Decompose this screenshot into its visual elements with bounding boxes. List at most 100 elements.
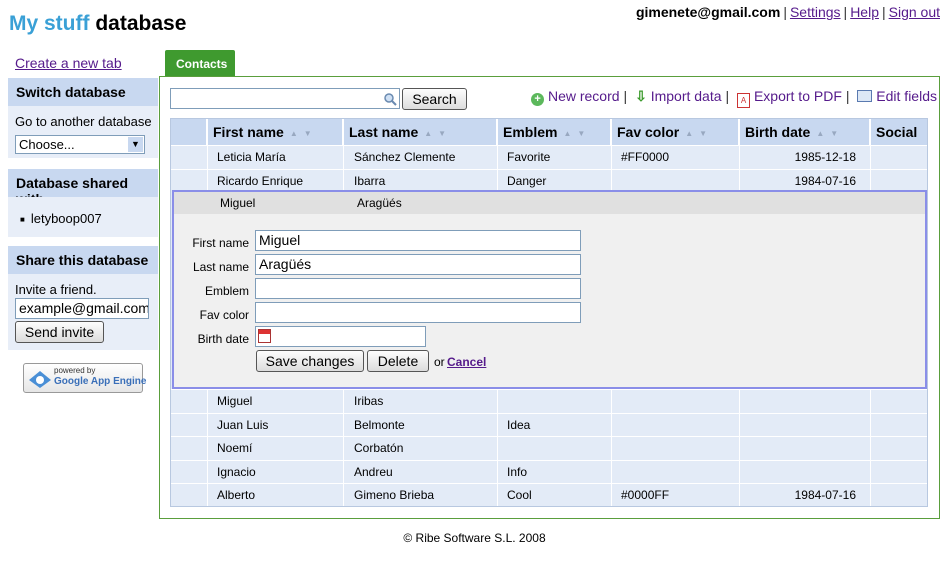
table-row[interactable]: Ricardo Enrique Ibarra Danger 1984-07-16 — [171, 168, 927, 192]
column-header-social[interactable]: Social — [870, 119, 927, 145]
edit-fields-icon — [857, 90, 873, 102]
delete-button[interactable]: Delete — [367, 350, 429, 372]
cell-last-name: Gimeno Brieba — [354, 488, 435, 502]
column-label: Fav color — [617, 124, 680, 140]
column-header-first-name[interactable]: First name ▲ ▼ — [207, 119, 343, 145]
table-header-selector — [171, 119, 207, 145]
send-invite-button[interactable]: Send invite — [15, 321, 104, 343]
shared-user-item: ■ letyboop007 — [20, 211, 102, 226]
chevron-down-icon[interactable]: ▼ — [128, 137, 143, 152]
column-header-birth-date[interactable]: Birth date ▲ ▼ — [739, 119, 870, 145]
selected-row[interactable]: Miguel Aragüés — [174, 192, 925, 214]
switch-database-heading: Switch database — [8, 78, 158, 106]
share-database-panel: Invite a friend. example@gmail.com Send … — [8, 274, 158, 350]
table-row[interactable]: Leticia María Sánchez Clemente Favorite #FF… — [171, 145, 927, 168]
cell-emblem: Cool — [507, 488, 532, 502]
app-title: My stuff database — [9, 12, 186, 36]
input-last-name[interactable]: Aragüés — [255, 254, 581, 275]
cell-first-name: Miguel — [217, 394, 253, 408]
table-row[interactable]: Juan Luis Belmonte Idea — [171, 412, 927, 436]
app-engine-badge[interactable]: powered by Google App Engine — [23, 363, 146, 393]
save-changes-button[interactable]: Save changes — [256, 350, 364, 372]
sort-asc-icon[interactable]: ▲ — [290, 129, 298, 138]
input-birth-date[interactable] — [255, 326, 426, 347]
add-icon: + — [531, 93, 545, 106]
import-data-link[interactable]: Import data — [651, 88, 722, 104]
cell-last-name: Corbatón — [354, 441, 404, 455]
top-nav: gimenete@gmail.com | Settings | Help | Sign ou… — [635, 4, 940, 20]
sort-desc-icon[interactable]: ▼ — [438, 129, 446, 138]
sort-asc-icon[interactable]: ▲ — [563, 129, 571, 138]
search-button[interactable]: Search — [402, 88, 467, 110]
app-title-blue: My stuff — [9, 12, 90, 35]
sort-desc-icon[interactable]: ▼ — [699, 129, 707, 138]
share-database-heading: Share this database — [8, 246, 158, 274]
cell-emblem: Info — [507, 464, 528, 479]
user-email: gimenete@gmail.com — [635, 4, 781, 20]
table-row[interactable]: Miguel Iribas — [171, 389, 927, 412]
database-select[interactable]: Choose... ▼ — [15, 135, 145, 154]
cell-emblem: Idea — [507, 417, 531, 432]
search-icon — [384, 93, 397, 106]
shared-with-panel: ■ letyboop007 — [8, 197, 158, 237]
cell-birth-date: 1984-07-16 — [794, 173, 856, 188]
cell-first-name: Ricardo Enrique — [217, 173, 304, 188]
shared-user-name: letyboop007 — [30, 211, 102, 226]
cell-first-name: Miguel — [220, 196, 256, 210]
sort-asc-icon[interactable]: ▲ — [816, 129, 824, 138]
export-pdf-link[interactable]: Export to PDF — [754, 88, 842, 104]
switch-database-panel: Go to another database Choose... ▼ — [8, 106, 158, 158]
sort-asc-icon[interactable]: ▲ — [424, 129, 432, 138]
label-birth-date: Birth date — [197, 332, 249, 346]
sort-desc-icon[interactable]: ▼ — [830, 129, 838, 138]
input-fav-color[interactable] — [255, 302, 581, 323]
column-label: Last name — [349, 124, 419, 140]
column-header-emblem[interactable]: Emblem ▲ ▼ — [497, 119, 611, 145]
import-arrow-icon: ⇩ — [635, 88, 647, 104]
bullet-icon: ■ — [20, 215, 25, 225]
settings-link[interactable]: Settings — [790, 4, 841, 20]
signout-link[interactable]: Sign out — [889, 4, 940, 20]
sort-desc-icon[interactable]: ▼ — [304, 129, 312, 138]
column-header-last-name[interactable]: Last name ▲ ▼ — [343, 119, 497, 145]
search-input[interactable] — [170, 88, 400, 109]
cell-last-name: Andreu — [354, 464, 393, 479]
create-tab-link[interactable]: Create a new tab — [15, 55, 122, 71]
table-row[interactable]: Ignacio Andreu Info — [171, 459, 927, 483]
cell-birth-date: 1985-12-18 — [794, 150, 856, 164]
badge-line1: powered by — [54, 366, 96, 375]
table-row[interactable]: Noemí Corbatón — [171, 436, 927, 459]
footer: © Ribe Software S.L. 2008 — [403, 531, 546, 545]
cell-fav-color: #FF0000 — [621, 150, 670, 164]
cell-first-name: Alberto — [217, 488, 256, 502]
cell-first-name: Noemí — [217, 441, 253, 455]
cell-last-name: Ibarra — [354, 173, 386, 188]
help-link[interactable]: Help — [850, 4, 879, 20]
cell-fav-color: #0000FF — [621, 488, 670, 502]
calendar-icon[interactable] — [258, 329, 271, 343]
column-label: Social — [876, 124, 918, 140]
input-first-name[interactable]: Miguel — [255, 230, 581, 251]
invite-label: Invite a friend. — [15, 282, 97, 297]
new-record-link[interactable]: New record — [548, 88, 620, 104]
edit-fields-link[interactable]: Edit fields — [876, 88, 937, 104]
column-label: Birth date — [745, 124, 811, 140]
cancel-link[interactable]: Cancel — [447, 355, 486, 369]
sort-asc-icon[interactable]: ▲ — [685, 129, 693, 138]
invite-email-input[interactable]: example@gmail.com — [15, 298, 149, 319]
toolbar: + New record | ⇩ Import data | A Export to… — [531, 88, 937, 108]
sort-desc-icon[interactable]: ▼ — [577, 129, 585, 138]
database-select-value: Choose... — [19, 137, 75, 152]
cell-emblem: Danger — [507, 173, 547, 188]
app-title-rest: database — [89, 12, 187, 35]
label-emblem: Emblem — [204, 284, 249, 298]
cell-first-name: Leticia María — [217, 150, 286, 164]
input-emblem[interactable] — [255, 278, 581, 299]
cell-first-name: Ignacio — [217, 464, 256, 479]
tab-contacts[interactable]: Contacts — [165, 50, 235, 76]
table-row[interactable]: Alberto Gimeno Brieba Cool #0000FF 1984-07-1… — [171, 483, 927, 506]
app-engine-logo-icon — [29, 371, 51, 388]
shared-with-heading: Database shared with — [8, 169, 158, 207]
pdf-icon: A — [737, 93, 751, 108]
column-header-fav-color[interactable]: Fav color ▲ ▼ — [611, 119, 739, 145]
